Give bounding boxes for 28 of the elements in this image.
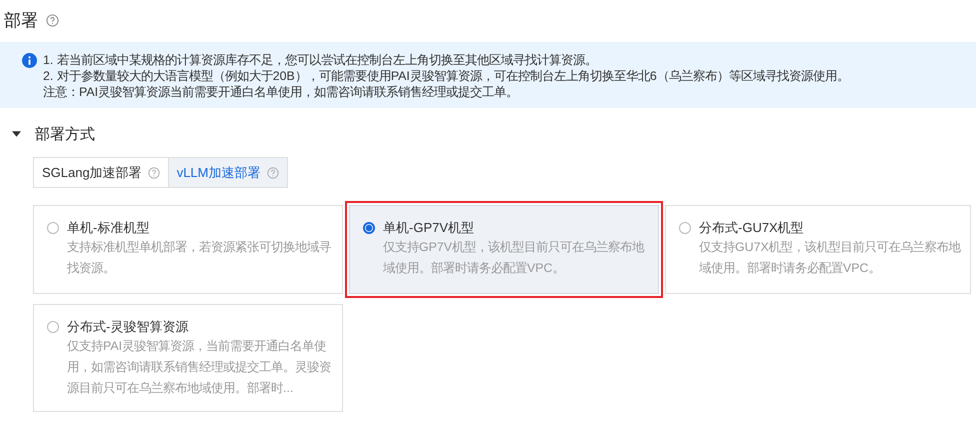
help-icon[interactable] bbox=[266, 166, 278, 178]
tab[interactable]: SGLang加速部署 bbox=[33, 157, 169, 188]
help-icon[interactable] bbox=[148, 166, 160, 178]
section-title: 部署 bbox=[4, 10, 38, 32]
notice-text: 注意：PAI灵骏智算资源当前需要开通白名单使用，如需咨询请联系销售经理或提交工单。 bbox=[43, 84, 520, 100]
option-description: 仅支持GP7V机型，该机型目前只可在乌兰察布地域使用。部署时请务必配置VPC。 bbox=[383, 239, 646, 277]
notice-text: 1. 若当前区域中某规格的计算资源库存不足，您可以尝试在控制台左上角切换至其他区域寻找计算资源。 bbox=[43, 52, 598, 68]
option-title: 单机-标准机型 bbox=[67, 219, 150, 237]
option-title: 单机-GP7V机型 bbox=[383, 219, 476, 237]
option-card[interactable]: 单机-标准机型 支持标准机型单机部署，若资源紧张可切换地域寻找资源。 bbox=[33, 205, 343, 294]
option-card[interactable]: 单机-GP7V机型 仅支持GP7V机型，该机型目前只可在乌兰察布地域使用。部署时请务必配置VPC。 bbox=[349, 205, 659, 294]
notice-text: 2. 对于参数量较大的大语言模型（例如大于20B），可能需要使用PAI灵骏智算资源，可在控制台左上角切换至华北6（乌兰察布）等区域寻找资源使用。 bbox=[43, 68, 849, 84]
radio-button[interactable] bbox=[363, 222, 375, 234]
option-card[interactable]: 分布式-GU7X机型 仅支持GU7X机型，该机型目前只可在乌兰察布地域使用。部署时请务必配置VPC。 bbox=[665, 205, 971, 294]
option-description: 仅支持GU7X机型，该机型目前只可在乌兰察布地域使用。部署时请务必配置VPC。 bbox=[699, 239, 962, 277]
radio-button[interactable] bbox=[47, 222, 59, 234]
radio-button[interactable] bbox=[47, 321, 59, 333]
option-description: 支持标准机型单机部署，若资源紧张可切换地域寻找资源。 bbox=[67, 239, 332, 277]
option-card[interactable]: 分布式-灵骏智算资源 仅支持PAI灵骏智算资源，当前需要开通白名单使用，如需咨询请联系销售经理或提交工单。灵骏资源目前只可在乌兰察布地域使用。部署时... bbox=[33, 304, 343, 412]
option-title: 分布式-灵骏智算资源 bbox=[67, 318, 190, 336]
info-icon bbox=[22, 53, 37, 68]
help-icon[interactable] bbox=[46, 14, 59, 26]
section-heading: 部署方式 bbox=[35, 124, 95, 144]
caret-icon[interactable] bbox=[12, 131, 21, 137]
tab[interactable]: vLLM加速部署 bbox=[168, 157, 288, 188]
radio-button[interactable] bbox=[679, 222, 691, 234]
option-title: 分布式-GU7X机型 bbox=[699, 219, 805, 237]
option-description: 仅支持PAI灵骏智算资源，当前需要开通白名单使用，如需咨询请联系销售经理或提交工单。灵骏资源目前只可在乌兰察布地域使用。部署时... bbox=[67, 338, 332, 397]
